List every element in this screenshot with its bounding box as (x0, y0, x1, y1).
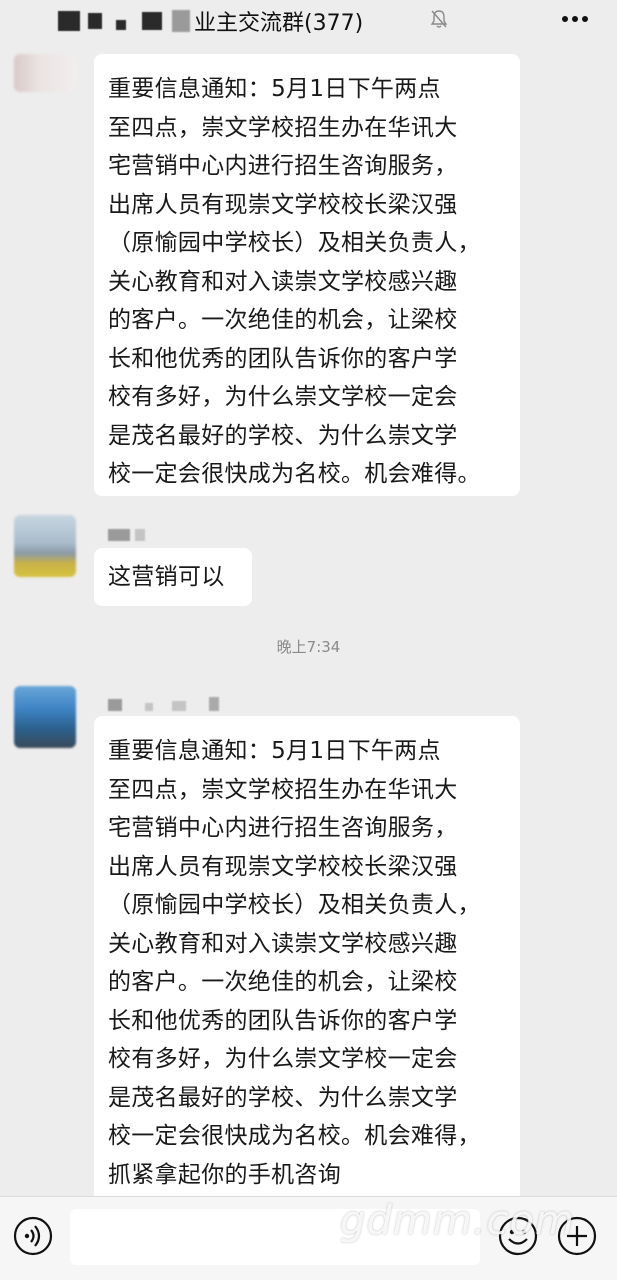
avatar[interactable] (14, 54, 76, 92)
ellipsis-icon[interactable] (558, 4, 592, 34)
chat-header: 业主交流群(377) (0, 0, 617, 42)
redacted-title-fragment (142, 12, 162, 30)
sender-name-redacted (108, 696, 238, 714)
chat-title-area[interactable]: 业主交流群(377) (58, 2, 363, 40)
bell-off-icon (430, 10, 448, 28)
redacted-title-fragment (116, 20, 126, 30)
avatar[interactable] (14, 515, 76, 577)
redacted-title-fragment (58, 11, 80, 31)
message-text: 这营销可以 (108, 564, 225, 590)
message-bubble[interactable]: 这营销可以 (94, 548, 252, 606)
redacted-title-fragment (88, 13, 102, 29)
redacted-title-fragment (172, 10, 190, 32)
message-text: 重要信息通知：5月1日下午两点 至四点，崇文学校招生办在华讯大 宅营销中心内进行… (108, 738, 481, 1188)
time-divider: 晚上7:34 (276, 638, 341, 656)
voice-icon[interactable] (12, 1215, 54, 1257)
sender-name-redacted (108, 526, 146, 544)
message-text: 重要信息通知：5月1日下午两点 至四点，崇文学校招生办在华讯大 宅营销中心内进行… (108, 76, 481, 487)
chat-title: 业主交流群(377) (194, 11, 364, 36)
message-bubble[interactable]: 重要信息通知：5月1日下午两点 至四点，崇文学校招生办在华讯大 宅营销中心内进行… (94, 54, 520, 496)
watermark: gdmm.com (340, 1198, 575, 1244)
avatar[interactable] (14, 686, 76, 748)
message-bubble[interactable]: 重要信息通知：5月1日下午两点 至四点，崇文学校招生办在华讯大 宅营销中心内进行… (94, 716, 520, 1216)
